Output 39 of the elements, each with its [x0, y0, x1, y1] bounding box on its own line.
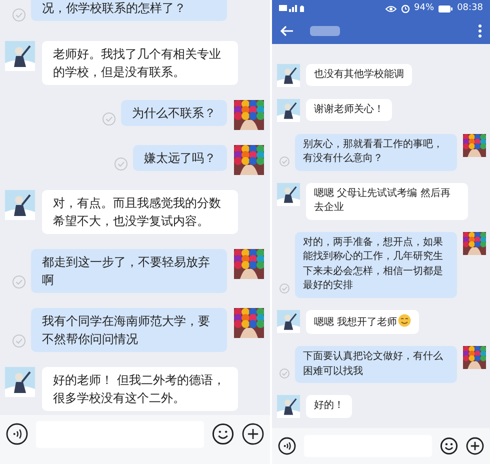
message-bubble: 对，有点。而且我感觉我的分数希望不大，也没学复试内容。	[42, 190, 238, 234]
signal-status-icon	[279, 4, 305, 13]
emoji-button-icon[interactable]	[212, 423, 234, 445]
message-bubble: 下面要认真把论文做好，有什么困难可以找我	[295, 346, 457, 383]
message-bubble: 也没有其他学校能调	[306, 64, 412, 86]
message-bubble: 都走到这一步了，不要轻易放弃啊	[31, 249, 227, 293]
message-bubble: 对的，两手准备，想开点，如果能找到称心的工作，几年研究生下来未必会怎样，相信一切都是最好的安排	[295, 232, 457, 298]
avatar-figure-icon	[277, 310, 300, 332]
battery-icon	[438, 4, 454, 12]
avatar-figure-icon	[5, 190, 35, 220]
avatar-figure-icon	[277, 64, 300, 86]
message-bubble: 为什么不联系？	[121, 100, 227, 126]
eye-icon	[385, 4, 398, 12]
message-bubble: 老师好。我找了几个有相关专业的学校，但是没有联系。	[42, 41, 238, 85]
message-bubble: 嗯嗯 我想开了老师	[306, 310, 420, 334]
message-bubble: 嫌太远了吗？	[133, 145, 227, 171]
status-time: 08:38	[457, 2, 483, 16]
avatar-figure-icon	[277, 182, 300, 206]
avatar-figure-icon	[5, 367, 35, 397]
avatar-figure-icon	[277, 395, 300, 418]
add-icon[interactable]	[242, 423, 264, 445]
message-bubble: 好的！	[306, 395, 352, 418]
emoji-button-icon[interactable]	[440, 437, 458, 455]
voice-input-icon[interactable]	[6, 423, 28, 445]
add-icon[interactable]	[466, 437, 484, 455]
avatar-figure-icon	[277, 98, 300, 122]
battery-percent: 94%	[414, 2, 434, 16]
voice-input-icon[interactable]	[278, 437, 296, 455]
blurred-contact-name	[310, 26, 340, 36]
message-bubble: 好的老师！ 但我二外考的德语，很多学校没有这个二外。	[42, 367, 238, 411]
message-bubble: 我有个同学在海南师范大学，要不然帮你问问情况	[31, 308, 227, 352]
more-menu-icon[interactable]	[478, 24, 482, 38]
message-bubble: 谢谢老师关心！	[306, 98, 392, 121]
alarm-icon	[401, 4, 410, 13]
avatar-figure-icon	[5, 41, 35, 71]
message-bubble: 别灰心，那就看看工作的事吧，有没有什么意向？	[295, 134, 457, 170]
message-bubble: 嗯嗯 父母让先试试考编 然后再去企业	[306, 182, 468, 220]
message-bubble: 况，你学校联系的怎样了？	[31, 0, 227, 21]
back-arrow-icon[interactable]	[280, 24, 294, 36]
